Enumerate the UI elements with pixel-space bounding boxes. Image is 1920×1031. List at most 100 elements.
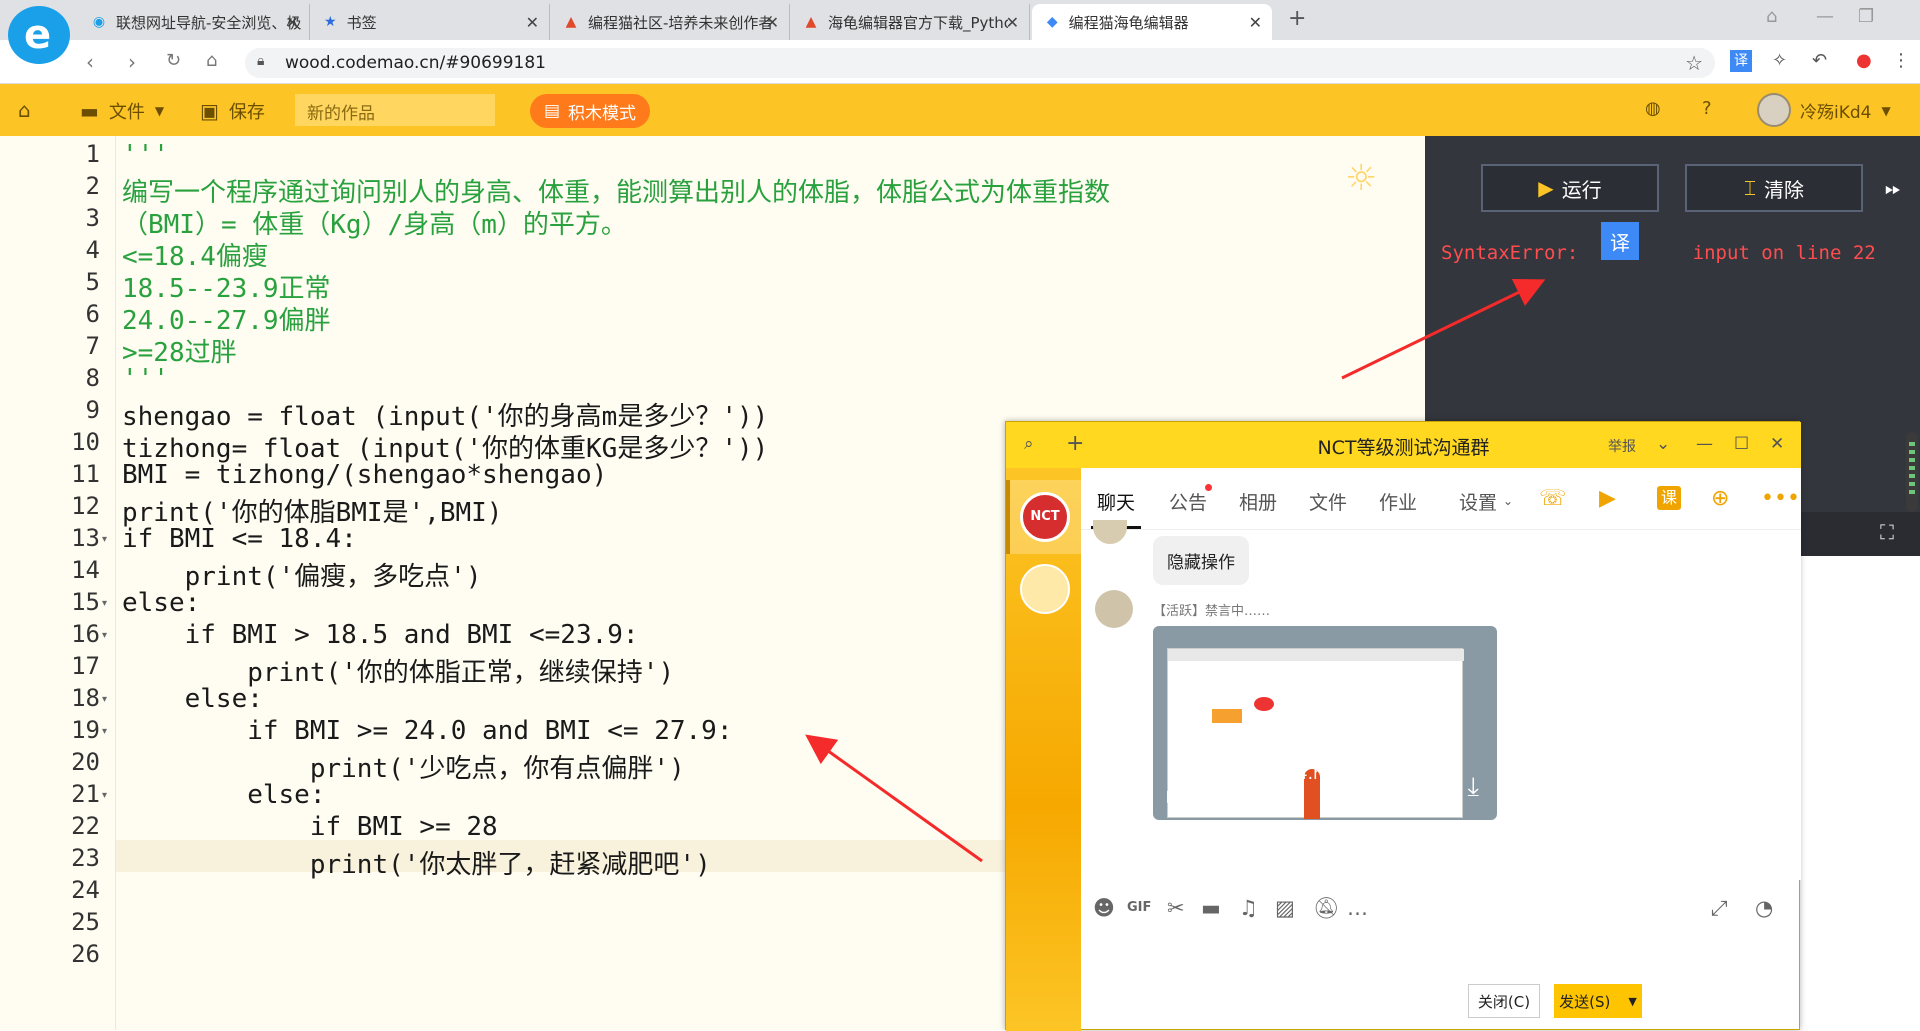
code-line[interactable]: else: <box>122 780 325 810</box>
browser-logo-icon[interactable]: e <box>8 6 70 64</box>
tab-album[interactable]: 相册 <box>1239 488 1277 515</box>
minimize-icon[interactable]: — <box>1696 434 1713 454</box>
close-icon[interactable]: ✕ <box>526 13 539 32</box>
message-bubble[interactable]: 隐藏操作 <box>1153 536 1249 585</box>
home-icon[interactable]: ⌂ <box>206 50 217 71</box>
mute-icon[interactable]: 🔕︎ <box>1313 896 1340 921</box>
scissors-icon[interactable]: ✂ <box>1167 896 1185 920</box>
back-icon[interactable]: ‹ <box>86 50 94 74</box>
tab-settings[interactable]: 设置 <box>1459 488 1497 515</box>
fold-icon[interactable]: ▾ <box>102 598 107 609</box>
close-icon[interactable]: ✕ <box>1770 434 1784 454</box>
tab-lenovo[interactable]: ◉ 联想网址导航-安全浏览、极速体验 ✕ <box>78 4 310 40</box>
fold-icon[interactable]: ▾ <box>102 534 107 545</box>
file-menu[interactable]: ▬ 文件 ▼ <box>80 98 164 124</box>
translate-button[interactable]: 译 <box>1601 222 1639 260</box>
download-icon[interactable]: ⤓ <box>1468 772 1480 803</box>
run-button[interactable]: ▶ 运行 <box>1481 164 1659 212</box>
code-line[interactable]: ''' <box>122 140 169 170</box>
expand-icon[interactable]: ⤢ <box>1711 896 1728 921</box>
video-message[interactable]: 1617371725934.mp4 ▶ 23.3MB ⤓ <box>1153 626 1497 820</box>
report-link[interactable]: 举报 <box>1608 436 1636 456</box>
code-line[interactable]: if BMI > 18.5 and BMI <=23.9: <box>122 620 639 650</box>
forward-icon[interactable]: › <box>128 50 136 74</box>
more-icon[interactable]: ••• <box>1761 486 1800 511</box>
avatar[interactable] <box>1095 590 1133 628</box>
work-name-input[interactable]: 新的作品 <box>295 94 495 126</box>
line-number: 26 <box>71 940 100 968</box>
fullscreen-icon[interactable]: ⛶ <box>1880 520 1894 544</box>
line-number: 12 <box>71 492 100 520</box>
bookmark-star-icon[interactable]: ☆ <box>1685 51 1703 75</box>
qq-title-bar: ⌕ + NCT等级测试沟通群 举报 ⌄ — ☐ ✕ <box>1006 422 1801 468</box>
restore-icon[interactable]: ❐ <box>1858 6 1874 27</box>
scroll-indicator[interactable] <box>1906 432 1918 512</box>
tab-codemao-community[interactable]: ▲ 编程猫社区-培养未来创作者 ✕ <box>550 4 790 40</box>
class-icon[interactable]: 课 <box>1657 486 1681 510</box>
close-icon[interactable]: ✕ <box>286 13 299 32</box>
help-icon[interactable]: ? <box>1702 98 1712 119</box>
code-line[interactable]: print('你太胖了，赶紧减肥吧') <box>122 844 711 881</box>
code-line[interactable]: if BMI >= 28 <box>122 812 498 842</box>
code-line[interactable]: ''' <box>122 364 169 394</box>
notification-icon[interactable]: ● <box>1856 50 1872 71</box>
fold-icon[interactable]: ▾ <box>102 694 107 705</box>
save-button[interactable]: ▣ 保存 <box>200 98 265 124</box>
menu-icon[interactable]: ⋮ <box>1892 50 1910 71</box>
image-icon[interactable]: ▨ <box>1275 896 1295 920</box>
music-icon[interactable]: ♫ <box>1239 896 1258 920</box>
reload-icon[interactable]: ↻ <box>166 50 181 71</box>
chevron-down-icon[interactable]: ⌄ <box>1656 434 1670 454</box>
tab-bookmarks[interactable]: ★ 书签 ✕ <box>310 4 550 40</box>
globe-icon[interactable]: ◍ <box>1645 98 1661 119</box>
close-icon[interactable]: ✕ <box>1249 13 1262 32</box>
home-button[interactable]: ⌂ <box>18 98 41 122</box>
url-field[interactable]: 🔒︎ wood.codemao.cn/#90699181 ☆ <box>245 48 1715 78</box>
fast-forward-icon[interactable]: ⏩︎ <box>1885 176 1901 200</box>
fold-icon[interactable]: ▾ <box>102 790 107 801</box>
history-icon[interactable]: ◔ <box>1755 896 1773 920</box>
clear-button[interactable]: ⌶ 清除 <box>1685 164 1863 212</box>
extensions-icon[interactable]: ✧ <box>1772 50 1787 71</box>
tab-files[interactable]: 文件 <box>1309 488 1347 515</box>
more-icon[interactable]: … <box>1347 896 1368 920</box>
code-line[interactable]: if BMI <= 18.4: <box>122 524 357 554</box>
folder-icon[interactable]: ▬ <box>1201 896 1221 920</box>
line-number: 6 <box>85 300 100 328</box>
video-call-icon[interactable]: ▶ <box>1599 486 1616 511</box>
undo-icon[interactable]: ↶ <box>1812 50 1827 71</box>
shirt-icon[interactable]: ⌂ <box>1766 6 1777 27</box>
line-number: 18 <box>71 684 100 712</box>
tab-homework[interactable]: 作业 <box>1379 488 1417 515</box>
fold-icon[interactable]: ▾ <box>102 630 107 641</box>
emoji-icon[interactable]: ☻ <box>1093 896 1115 920</box>
add-circle-icon[interactable]: ⊕ <box>1711 486 1729 511</box>
gif-icon[interactable]: GIF <box>1127 900 1151 915</box>
tab-turtle-download[interactable]: ▲ 海龟编辑器官方下载_Python编辑器 ✕ <box>790 4 1030 40</box>
theme-sun-icon[interactable]: ☼ <box>1345 158 1377 199</box>
line-number: 19 <box>71 716 100 744</box>
minimize-icon[interactable]: — <box>1816 6 1834 27</box>
nct-group-avatar[interactable]: NCT <box>1020 492 1070 542</box>
translate-icon[interactable]: 译 <box>1730 50 1752 72</box>
tab-announcement[interactable]: 公告 <box>1169 488 1207 515</box>
user-menu[interactable]: 冷殇iKd4 ▼ <box>1800 98 1891 123</box>
code-line[interactable]: BMI = tizhong/(shengao*shengao) <box>122 460 607 490</box>
code-line[interactable]: else: <box>122 684 263 714</box>
send-button[interactable]: 发送(S) ▼ <box>1554 984 1642 1018</box>
block-mode-button[interactable]: ▤ 积木模式 <box>530 94 650 128</box>
close-icon[interactable]: ✕ <box>766 13 779 32</box>
new-tab-icon[interactable]: + <box>1288 6 1306 31</box>
tab-turtle-editor[interactable]: ◆ 编程猫海龟编辑器 ✕ <box>1032 4 1272 40</box>
avatar[interactable] <box>1757 93 1791 127</box>
line-number: 17 <box>71 652 100 680</box>
code-line[interactable]: else: <box>122 588 200 618</box>
fold-icon[interactable]: ▾ <box>102 726 107 737</box>
close-icon[interactable]: ✕ <box>1006 13 1019 32</box>
maximize-icon[interactable]: ☐ <box>1734 434 1749 454</box>
tab-chat[interactable]: 聊天 <box>1090 488 1142 529</box>
close-button[interactable]: 关闭(C) <box>1468 984 1540 1018</box>
phone-icon[interactable]: ☏ <box>1539 486 1567 511</box>
code-line[interactable]: if BMI >= 24.0 and BMI <= 27.9: <box>122 716 732 746</box>
group-avatar[interactable] <box>1020 564 1070 614</box>
